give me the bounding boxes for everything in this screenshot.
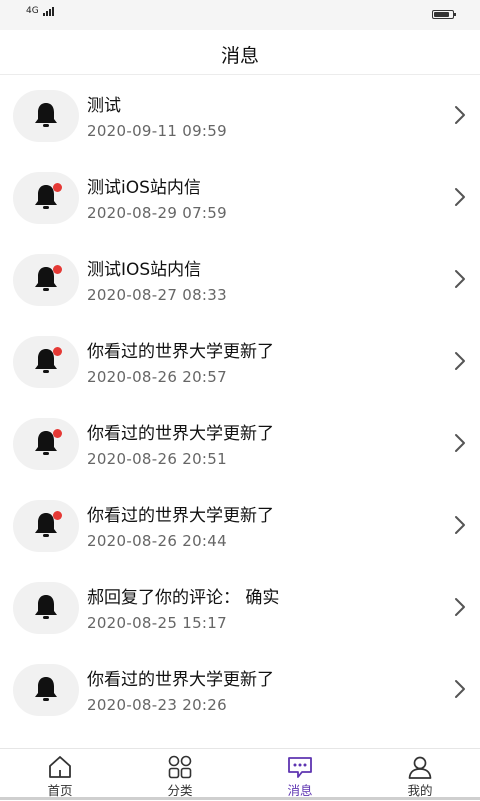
message-title: 测试IOS站内信 (87, 260, 202, 280)
message-icon-container (13, 254, 79, 306)
chevron-right-icon (455, 516, 465, 534)
message-title: 测试 (87, 96, 121, 116)
nav-bar: 消息 (0, 30, 480, 75)
unread-dot (53, 183, 62, 192)
message-item[interactable]: 郝回复了你的评论： 确实 2020-08-25 15:17 (0, 567, 480, 649)
message-item[interactable]: 测试 2020-09-11 09:59 (0, 75, 480, 157)
message-time: 2020-08-26 20:44 (87, 532, 227, 550)
user-icon (408, 756, 432, 779)
message-item[interactable]: 测试IOS站内信 2020-08-27 08:33 (0, 239, 480, 321)
message-title: 郝回复了你的评论： 确实 (87, 588, 280, 608)
network-type: 4G (26, 6, 39, 16)
message-title: 你看过的世界大学更新了 (87, 424, 274, 444)
message-time: 2020-08-27 08:33 (87, 286, 227, 304)
message-time: 2020-08-29 07:59 (87, 204, 227, 222)
message-time: 2020-08-26 20:51 (87, 450, 227, 468)
unread-dot (53, 347, 62, 356)
tab-bar: 首页 分类 消息 我的 (0, 748, 480, 801)
chat-icon (288, 757, 312, 778)
chevron-right-icon (455, 598, 465, 616)
chevron-right-icon (455, 270, 465, 288)
message-icon-container (13, 172, 79, 224)
battery-level (434, 12, 450, 17)
chevron-right-icon (455, 434, 465, 452)
message-title: 你看过的世界大学更新了 (87, 342, 274, 362)
message-item[interactable]: 你看过的世界大学更新了 2020-08-23 20:26 (0, 649, 480, 731)
unread-dot (53, 265, 62, 274)
message-item[interactable]: 你看过的世界大学更新了 2020-08-26 20:44 (0, 485, 480, 567)
chevron-right-icon (455, 106, 465, 124)
status-bar: 4G (0, 0, 480, 30)
chevron-right-icon (455, 352, 465, 370)
message-title: 你看过的世界大学更新了 (87, 670, 274, 690)
signal-indicator: 4G (26, 6, 55, 16)
message-icon-container (13, 336, 79, 388)
page-title: 消息 (220, 45, 259, 67)
message-time: 2020-09-11 09:59 (87, 122, 227, 140)
home-icon (49, 756, 71, 778)
tab-profile[interactable]: 我的 (360, 749, 480, 801)
message-item[interactable]: 测试iOS站内信 2020-08-29 07:59 (0, 157, 480, 239)
bell-icon (35, 595, 57, 619)
message-time: 2020-08-25 15:17 (87, 614, 227, 632)
message-title: 测试iOS站内信 (87, 178, 201, 198)
bell-icon (35, 677, 57, 701)
unread-dot (53, 511, 62, 520)
bell-icon (35, 103, 57, 127)
battery-icon (432, 10, 456, 19)
message-time: 2020-08-23 20:26 (87, 696, 227, 714)
signal-bars-icon (42, 6, 55, 16)
tab-messages[interactable]: 消息 (240, 749, 360, 801)
message-icon-container (13, 582, 79, 634)
message-list: 测试 2020-09-11 09:59 测试iOS站内信 2020-08-29 07:… (0, 75, 480, 731)
chevron-right-icon (455, 680, 465, 698)
message-icon-container (13, 90, 79, 142)
message-title: 你看过的世界大学更新了 (87, 506, 274, 526)
message-item[interactable]: 你看过的世界大学更新了 2020-08-26 20:51 (0, 403, 480, 485)
chevron-right-icon (455, 188, 465, 206)
tab-home[interactable]: 首页 (0, 749, 120, 801)
grid-icon (168, 755, 192, 779)
unread-dot (53, 429, 62, 438)
message-icon-container (13, 500, 79, 552)
message-item[interactable]: 你看过的世界大学更新了 2020-08-26 20:57 (0, 321, 480, 403)
message-icon-container (13, 418, 79, 470)
tab-category[interactable]: 分类 (120, 749, 240, 801)
message-time: 2020-08-26 20:57 (87, 368, 227, 386)
message-icon-container (13, 664, 79, 716)
